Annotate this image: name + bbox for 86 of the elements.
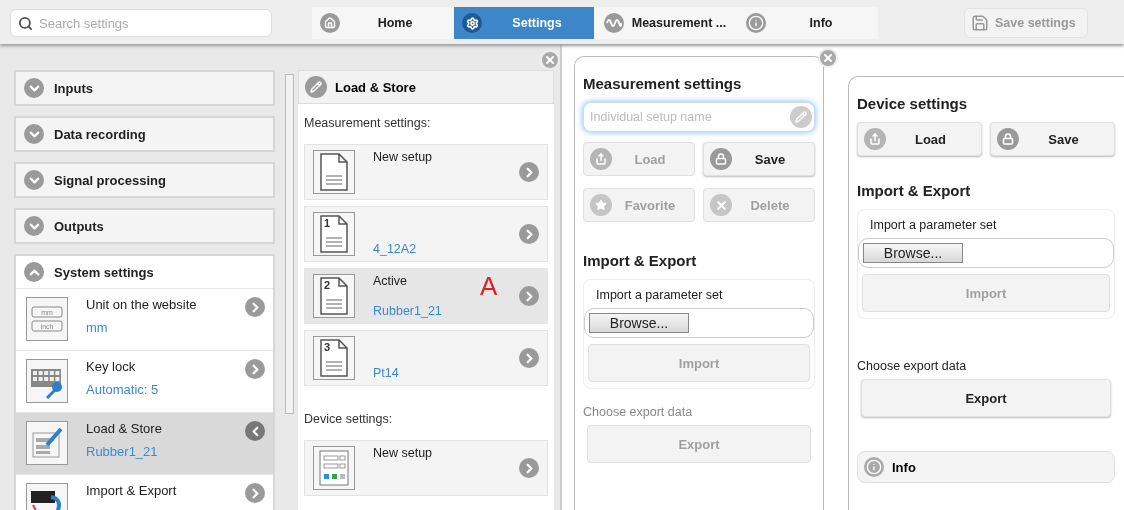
action-button[interactable]: Load [857, 122, 982, 156]
save-icon [971, 14, 989, 32]
close-icon[interactable] [818, 48, 838, 68]
form-edit-icon [26, 421, 68, 465]
section-header[interactable]: Signal processing [16, 164, 273, 196]
export-label: Choose export data [583, 405, 694, 419]
chevron-right-icon [245, 483, 265, 503]
item-value: mm [86, 320, 108, 335]
list-heading: Measurement settings: [303, 115, 432, 132]
panel-title: Load & Store [335, 79, 416, 95]
item-title: Import & Export [86, 483, 177, 498]
search-icon [18, 16, 33, 31]
browse-button[interactable]: Browse... [863, 243, 963, 263]
list-heading: Device settings: [303, 411, 394, 428]
item-title: Key lock [86, 359, 136, 374]
search-field[interactable]: Search settings [10, 9, 272, 37]
share-icon [864, 128, 886, 150]
setup-title: New setup [373, 446, 433, 460]
chevron-left-icon [245, 421, 265, 441]
section-title: Import & Export [583, 252, 698, 269]
chevron-down-icon [24, 216, 44, 236]
chevron-right-icon [519, 348, 539, 368]
section-header[interactable]: Outputs [16, 210, 273, 242]
setup-name: 4_12A2 [373, 242, 417, 256]
browse-button[interactable]: Browse... [589, 313, 689, 333]
settings-item[interactable]: Import & Export [16, 474, 273, 510]
scrollbar[interactable] [285, 74, 294, 414]
chevron-right-icon [245, 297, 265, 317]
import-label: Import a parameter set [869, 217, 998, 234]
chevron-right-icon [519, 162, 539, 182]
nav-tab[interactable]: Settings [454, 7, 594, 39]
pencil-icon [305, 76, 327, 98]
setup-title: New setup [373, 150, 433, 164]
setup-title: Active [373, 274, 408, 288]
section-title: Import & Export [857, 182, 972, 199]
action-button[interactable]: Save [703, 142, 815, 176]
setup-item[interactable]: 2 Active Rubber1_21 A [304, 268, 548, 324]
item-value: Rubber1_21 [86, 444, 158, 459]
item-title: Load & Store [86, 421, 162, 436]
setup-name: Pt14 [373, 366, 399, 380]
export-button[interactable]: Export [861, 379, 1111, 417]
setup-item[interactable]: 1 4_12A2 [304, 206, 548, 262]
chevron-right-icon [245, 359, 265, 379]
section-header[interactable]: Inputs [16, 72, 273, 104]
info-bar[interactable]: Info [857, 451, 1115, 483]
section-header[interactable]: Data recording [16, 118, 273, 150]
chevron-down-icon [24, 170, 44, 190]
document-icon: 1 [313, 212, 355, 256]
action-button[interactable]: Save [990, 122, 1115, 156]
import-label: Import a parameter set [595, 287, 724, 304]
chevron-down-icon [24, 78, 44, 98]
chevron-down-icon [24, 124, 44, 144]
chevron-up-icon [24, 262, 44, 282]
document-icon [313, 150, 355, 194]
share-icon [590, 148, 612, 170]
document-icon: 2 [313, 274, 355, 318]
document-icon: 3 [313, 336, 355, 380]
settings-item[interactable]: Load & Store Rubber1_21 [16, 412, 273, 474]
setup-item[interactable]: 3 Pt14 [304, 330, 548, 386]
setup-name: Rubber1_21 [373, 304, 442, 318]
setup-item[interactable]: New setup [304, 440, 548, 496]
file-field[interactable]: Browse... [858, 238, 1114, 268]
chevron-right-icon [519, 224, 539, 244]
lock-icon [997, 128, 1019, 150]
item-title: Unit on the website [86, 297, 197, 312]
card-title: Measurement settings [583, 75, 743, 92]
info-icon [864, 457, 884, 477]
card-title: Device settings [857, 95, 969, 112]
setup-name-field[interactable]: Individual setup name [583, 102, 815, 132]
annotation-letter: A [480, 271, 498, 302]
lock-icon [710, 148, 732, 170]
close-icon [710, 194, 732, 216]
setup-item[interactable]: New setup [304, 144, 548, 200]
device-panel-icon [313, 446, 355, 490]
export-label: Choose export data [857, 359, 968, 373]
settings-icon [462, 13, 482, 33]
home-icon [320, 13, 340, 33]
chevron-right-icon [519, 458, 539, 478]
item-value: Automatic: 5 [86, 382, 159, 397]
info-icon [746, 13, 766, 33]
section-header[interactable]: System settings [16, 256, 273, 288]
close-icon[interactable] [540, 50, 560, 70]
wave-icon [604, 13, 624, 33]
chevron-right-icon [519, 286, 539, 306]
keyboard-key-icon [26, 359, 68, 403]
file-field[interactable]: Browse... [584, 308, 814, 338]
